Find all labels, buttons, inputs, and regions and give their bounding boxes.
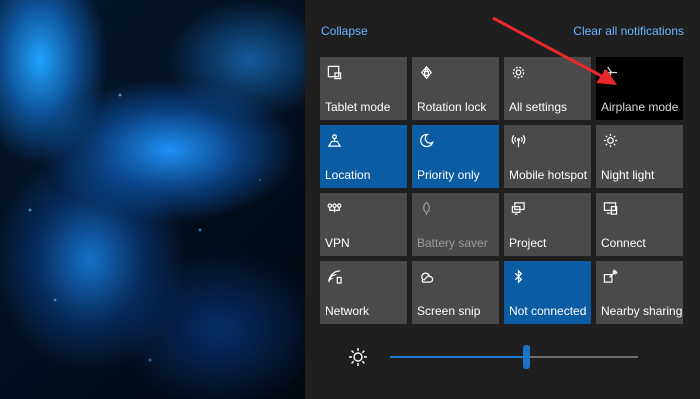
- tile-mobile-hotspot[interactable]: Mobile hotspot: [504, 125, 591, 188]
- quick-actions-grid: Tablet mode Rotation lock All settings A…: [320, 57, 683, 324]
- tile-vpn[interactable]: VPN: [320, 193, 407, 256]
- tile-connect[interactable]: Connect: [596, 193, 683, 256]
- rotation-lock-icon: [418, 64, 434, 80]
- collapse-link[interactable]: Collapse: [321, 24, 368, 38]
- battery-saver-icon: [418, 200, 434, 216]
- connect-icon: [602, 200, 618, 216]
- project-icon: [510, 200, 526, 216]
- tile-label: Nearby sharing: [601, 304, 683, 318]
- bluetooth-icon: [510, 268, 526, 284]
- tile-priority-only[interactable]: Priority only: [412, 125, 499, 188]
- tile-label: Priority only: [417, 168, 480, 182]
- gear-icon: [510, 64, 526, 80]
- tile-label: Connect: [601, 236, 646, 250]
- wallpaper-texture: [0, 0, 305, 399]
- tile-label: Screen snip: [417, 304, 481, 318]
- tile-tablet-mode[interactable]: Tablet mode: [320, 57, 407, 120]
- tile-night-light[interactable]: Night light: [596, 125, 683, 188]
- action-center-panel: Collapse Clear all notifications Tablet …: [305, 0, 700, 399]
- tile-label: Tablet mode: [325, 100, 391, 114]
- moon-icon: [418, 132, 434, 148]
- tile-label: VPN: [325, 236, 350, 250]
- tile-bluetooth[interactable]: Not connected: [504, 261, 591, 324]
- tile-label: Location: [325, 168, 371, 182]
- night-light-icon: [602, 132, 618, 148]
- brightness-slider-track[interactable]: [390, 356, 638, 358]
- tile-airplane-mode[interactable]: Airplane mode: [596, 57, 683, 120]
- tile-battery-saver[interactable]: Battery saver: [412, 193, 499, 256]
- tile-screen-snip[interactable]: Screen snip: [412, 261, 499, 324]
- tile-label: Project: [509, 236, 547, 250]
- brightness-slider-fill: [390, 356, 527, 358]
- tile-rotation-lock[interactable]: Rotation lock: [412, 57, 499, 120]
- tile-network[interactable]: Network: [320, 261, 407, 324]
- screen-snip-icon: [418, 268, 434, 284]
- brightness-control: [348, 343, 648, 373]
- tile-label: Rotation lock: [417, 100, 487, 114]
- brightness-slider-thumb[interactable]: [523, 345, 531, 369]
- tile-label: Mobile hotspot: [509, 168, 588, 182]
- tile-all-settings[interactable]: All settings: [504, 57, 591, 120]
- tile-label: Airplane mode: [601, 100, 679, 114]
- tile-location[interactable]: Location: [320, 125, 407, 188]
- network-icon: [326, 268, 342, 284]
- tile-label: Battery saver: [417, 236, 488, 250]
- airplane-icon: [602, 64, 618, 80]
- tablet-mode-icon: [326, 64, 342, 80]
- action-center-header: Collapse Clear all notifications: [321, 22, 684, 40]
- hotspot-icon: [510, 132, 526, 148]
- brightness-icon: [348, 347, 368, 367]
- nearby-sharing-icon: [602, 268, 618, 284]
- tile-label: Network: [325, 304, 370, 318]
- tile-project[interactable]: Project: [504, 193, 591, 256]
- clear-all-notifications-link[interactable]: Clear all notifications: [573, 24, 684, 38]
- tile-label: All settings: [509, 100, 568, 114]
- vpn-icon: [326, 200, 342, 216]
- tile-nearby-sharing[interactable]: Nearby sharing: [596, 261, 683, 324]
- tile-label: Night light: [601, 168, 655, 182]
- location-icon: [326, 132, 342, 148]
- tile-label: Not connected: [509, 304, 587, 318]
